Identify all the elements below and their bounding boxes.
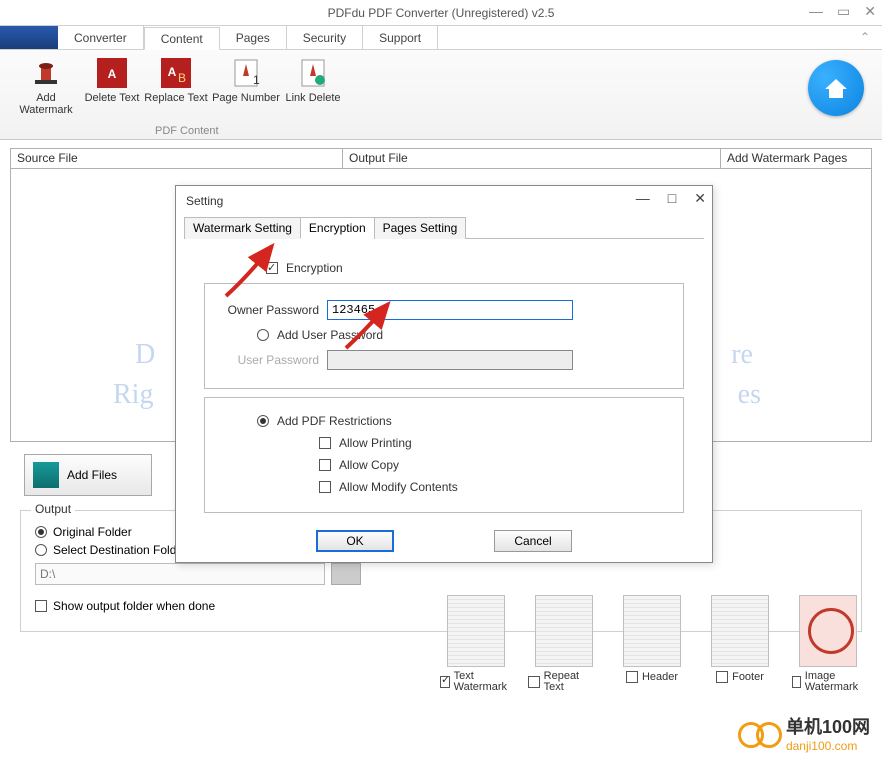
browse-button[interactable] xyxy=(331,563,361,585)
svg-text:B: B xyxy=(178,71,186,85)
collapse-ribbon-icon[interactable]: ⌃ xyxy=(860,30,870,44)
col-source-file[interactable]: Source File xyxy=(11,149,343,168)
tab-pages-setting[interactable]: Pages Setting xyxy=(374,217,467,239)
preset-text-watermark[interactable]: Text Watermark xyxy=(440,595,512,693)
dialog-minimize-button[interactable]: — xyxy=(636,190,650,207)
window-title: PDFdu PDF Converter (Unregistered) v2.5 xyxy=(328,6,555,20)
tab-pages[interactable]: Pages xyxy=(220,26,287,49)
preset-repeat-text[interactable]: Repeat Text xyxy=(528,595,600,693)
watermark-brand: 单机100网 danji100.com xyxy=(738,713,870,753)
home-icon xyxy=(823,75,849,101)
maximize-button[interactable]: ▭ xyxy=(837,3,850,20)
tab-encryption[interactable]: Encryption xyxy=(300,217,375,239)
col-watermark-pages[interactable]: Add Watermark Pages xyxy=(721,149,871,168)
delete-text-icon: A xyxy=(95,56,129,90)
add-user-password-radio[interactable] xyxy=(257,329,269,341)
tab-content[interactable]: Content xyxy=(144,27,220,50)
minimize-button[interactable]: — xyxy=(809,3,823,20)
preset-header[interactable]: Header xyxy=(616,595,688,693)
replace-text-icon: AB xyxy=(159,56,193,90)
ribbon: Add Watermark A Delete Text AB Replace T… xyxy=(0,50,882,140)
destination-path-input[interactable] xyxy=(35,563,325,585)
replace-text-button[interactable]: AB Replace Text xyxy=(142,56,210,104)
cancel-button[interactable]: Cancel xyxy=(494,530,572,552)
ribbon-group-label: PDF Content xyxy=(155,125,219,137)
brand-logo-icon xyxy=(738,720,780,746)
main-tab-bar: Converter Content Pages Security Support… xyxy=(0,26,882,50)
dialog-close-button[interactable]: ✕ xyxy=(694,190,706,207)
tab-support[interactable]: Support xyxy=(363,26,438,49)
dialog-maximize-button[interactable]: □ xyxy=(668,190,676,207)
watermark-presets: Text Watermark Repeat Text Header Footer… xyxy=(440,595,864,693)
annotation-arrow-icon xyxy=(338,296,408,356)
link-delete-icon xyxy=(296,56,330,90)
svg-text:1: 1 xyxy=(253,73,260,87)
tab-converter[interactable]: Converter xyxy=(58,26,144,49)
app-menu-button[interactable] xyxy=(0,26,58,49)
allow-printing-checkbox[interactable] xyxy=(319,437,331,449)
link-delete-button[interactable]: Link Delete xyxy=(282,56,344,104)
stamp-icon xyxy=(29,56,63,90)
svg-text:A: A xyxy=(168,65,177,79)
svg-text:A: A xyxy=(108,67,117,81)
restrictions-fieldset: Add PDF Restrictions Allow Printing Allo… xyxy=(204,397,684,513)
add-watermark-button[interactable]: Add Watermark xyxy=(10,56,82,116)
delete-text-button[interactable]: A Delete Text xyxy=(82,56,142,104)
preset-footer[interactable]: Footer xyxy=(704,595,776,693)
page-number-button[interactable]: 1 Page Number xyxy=(210,56,282,104)
preset-image-watermark[interactable]: Image Watermark xyxy=(792,595,864,693)
window-title-bar: PDFdu PDF Converter (Unregistered) v2.5 … xyxy=(0,0,882,26)
output-legend: Output xyxy=(31,502,75,516)
dialog-title: Setting xyxy=(176,186,712,216)
page-number-icon: 1 xyxy=(229,56,263,90)
add-restrictions-radio[interactable] xyxy=(257,415,269,427)
home-button[interactable] xyxy=(808,60,864,116)
ok-button[interactable]: OK xyxy=(316,530,394,552)
annotation-arrow-icon xyxy=(218,236,288,306)
col-output-file[interactable]: Output File xyxy=(343,149,721,168)
allow-modify-checkbox[interactable] xyxy=(319,481,331,493)
tab-security[interactable]: Security xyxy=(287,26,363,49)
close-button[interactable]: ✕ xyxy=(864,3,876,20)
add-files-icon xyxy=(33,462,59,488)
allow-copy-checkbox[interactable] xyxy=(319,459,331,471)
add-files-button[interactable]: Add Files xyxy=(24,454,152,496)
